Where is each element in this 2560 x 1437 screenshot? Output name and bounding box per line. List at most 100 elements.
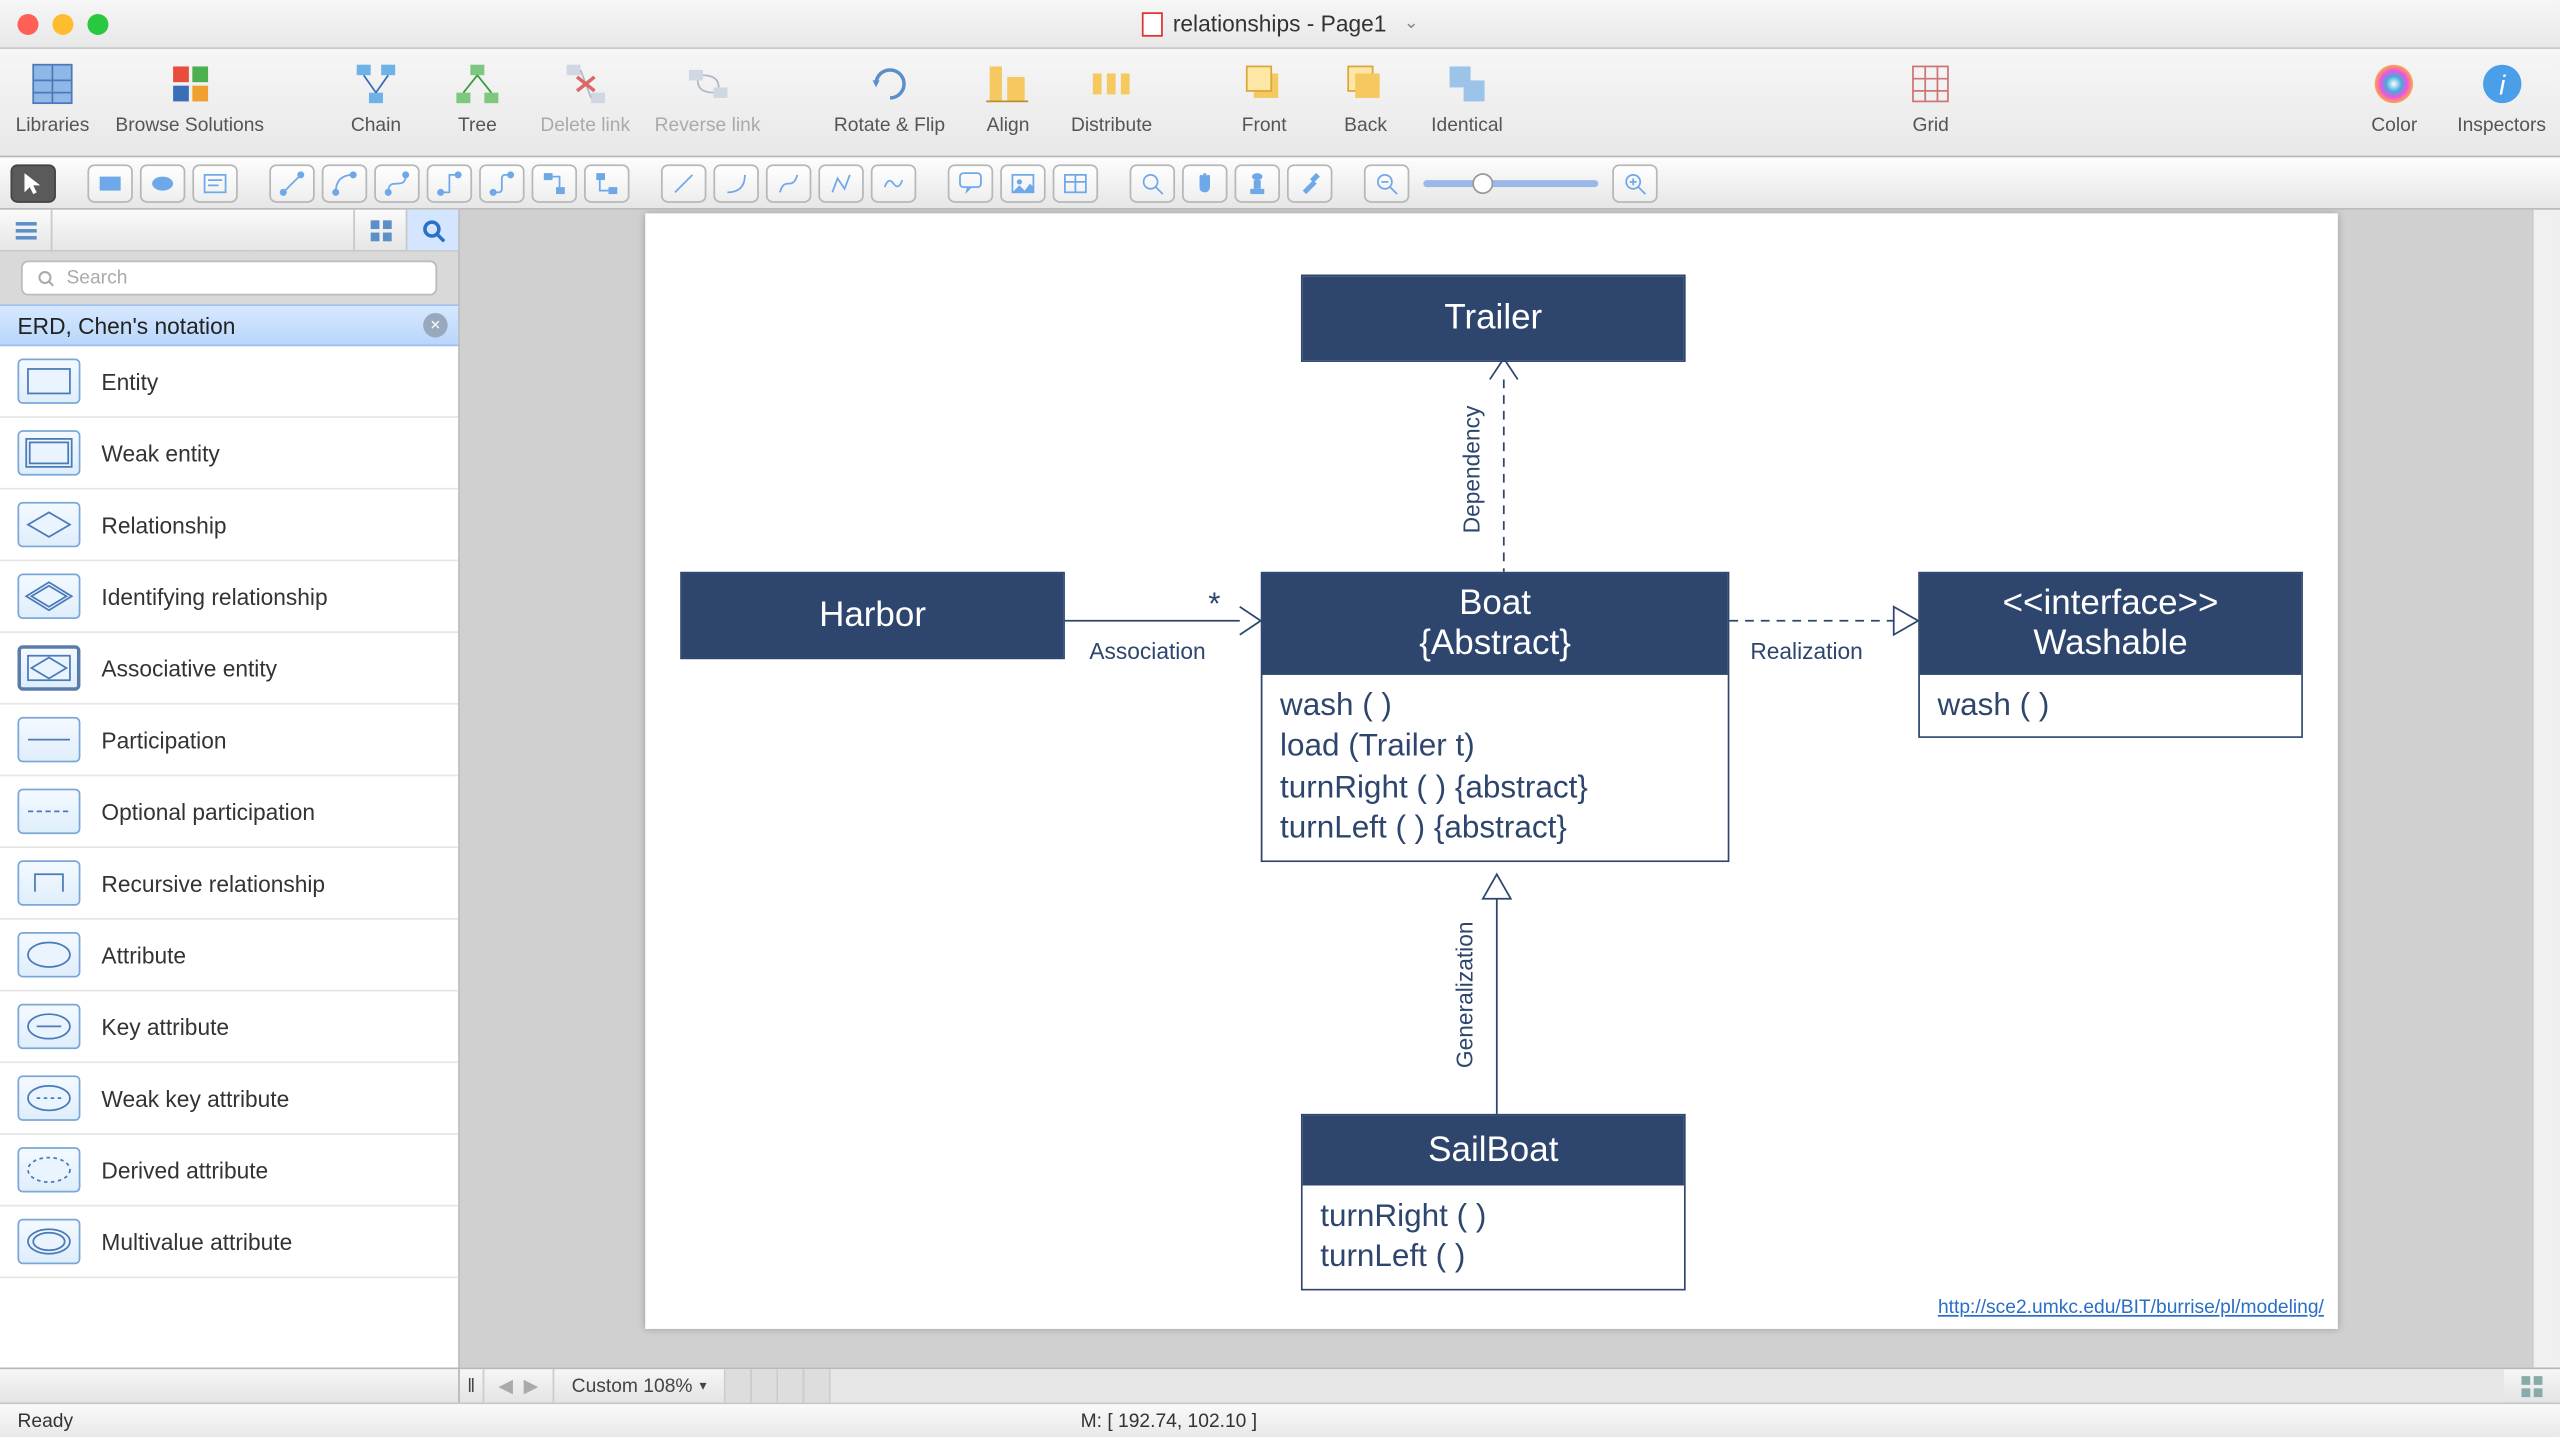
connector-link2-tool[interactable] (584, 163, 629, 201)
back-button[interactable]: Back (1327, 56, 1404, 136)
horizontal-scrollbar[interactable] (831, 1369, 2504, 1402)
shape-item-key-attribute[interactable]: Key attribute (0, 991, 458, 1063)
freehand-tool[interactable] (871, 163, 916, 201)
uml-interface-washable[interactable]: <<interface>> Washable wash ( ) (1918, 572, 2303, 739)
secondary-toolbar (0, 157, 2560, 209)
zoom-level-dropdown[interactable]: Custom 108%▾ (554, 1369, 726, 1402)
uml-generalization-arrow[interactable] (1483, 874, 1511, 1122)
shape-category-header[interactable]: ERD, Chen's notation × (0, 304, 458, 346)
diagram-canvas[interactable]: Trailer Harbor Boat {Abstract} wash ( ) (645, 213, 2338, 1329)
distribute-icon (1084, 56, 1140, 112)
shape-item-weak-entity[interactable]: Weak entity (0, 418, 458, 490)
vertical-scrollbar[interactable] (2532, 210, 2560, 1368)
search-icon (37, 268, 56, 287)
shape-item-recursive-relationship[interactable]: Recursive relationship (0, 848, 458, 920)
panel-grid-view-button[interactable] (353, 210, 405, 250)
zoom-slider[interactable] (1423, 179, 1598, 186)
svg-text:i: i (2499, 69, 2506, 100)
spline-tool[interactable] (766, 163, 811, 201)
connector-smart-tool[interactable] (427, 163, 472, 201)
poly-tool[interactable] (818, 163, 863, 201)
callout-tool[interactable] (948, 163, 993, 201)
uml-class-trailer[interactable]: Trailer (1301, 275, 1686, 362)
prev-page-button[interactable]: ◀ (498, 1374, 513, 1397)
shape-item-weak-key-attribute[interactable]: Weak key attribute (0, 1063, 458, 1135)
panel-collapse-button[interactable]: ‖ (460, 1369, 484, 1402)
view-mode-buttons[interactable] (726, 1369, 831, 1402)
front-icon (1236, 56, 1292, 112)
shape-item-optional-participation[interactable]: Optional participation (0, 776, 458, 848)
page-add-button[interactable] (2504, 1374, 2560, 1398)
chain-button[interactable]: Chain (337, 56, 414, 136)
association-multiplicity: * (1208, 586, 1220, 623)
generalization-label: Generalization (1451, 922, 1477, 1069)
delete-link-button[interactable]: Delete link (540, 56, 630, 136)
uml-class-boat[interactable]: Boat {Abstract} wash ( ) load (Trailer t… (1261, 572, 1730, 862)
shape-item-associative-entity[interactable]: Associative entity (0, 633, 458, 705)
table-tool[interactable] (1053, 163, 1098, 201)
inspectors-icon: i (2474, 56, 2530, 112)
canvas-viewport[interactable]: Trailer Harbor Boat {Abstract} wash ( ) (460, 210, 2532, 1368)
shape-item-derived-attribute[interactable]: Derived attribute (0, 1135, 458, 1207)
image-tool[interactable] (1000, 163, 1045, 201)
panel-options-button[interactable] (0, 210, 52, 250)
shape-item-participation[interactable]: Participation (0, 705, 458, 777)
reverse-link-button[interactable]: Reverse link (655, 56, 761, 136)
front-button[interactable]: Front (1226, 56, 1303, 136)
shape-item-identifying-relationship[interactable]: Identifying relationship (0, 561, 458, 633)
eyedropper-tool[interactable] (1287, 163, 1332, 201)
browse-solutions-icon (162, 56, 218, 112)
status-ready: Ready (17, 1410, 73, 1431)
line-tool[interactable] (661, 163, 706, 201)
next-page-button[interactable]: ▶ (524, 1374, 539, 1397)
color-button[interactable]: Color (2356, 56, 2433, 136)
align-button[interactable]: Align (970, 56, 1047, 136)
connector-direct-tool[interactable] (269, 163, 314, 201)
uml-class-harbor[interactable]: Harbor (680, 572, 1065, 659)
inspectors-button[interactable]: i Inspectors (2457, 56, 2546, 136)
shape-item-entity[interactable]: Entity (0, 346, 458, 418)
stamp-tool[interactable] (1235, 163, 1280, 201)
shapes-panel: Search ERD, Chen's notation × Entity Wea… (0, 210, 460, 1368)
identical-icon (1439, 56, 1495, 112)
browse-solutions-button[interactable]: Browse Solutions (115, 56, 264, 136)
pointer-tool[interactable] (10, 163, 55, 201)
zoom-out-button[interactable] (1364, 163, 1409, 201)
hand-tool[interactable] (1182, 163, 1227, 201)
connector-bezier-tool[interactable] (374, 163, 419, 201)
ellipse-tool[interactable] (140, 163, 185, 201)
text-tool[interactable] (192, 163, 237, 201)
document-icon (1141, 11, 1162, 35)
realization-label: Realization (1750, 638, 1862, 664)
grid-button[interactable]: Grid (1892, 56, 1969, 136)
rotate-flip-button[interactable]: Rotate & Flip (834, 56, 945, 136)
title-dropdown-icon[interactable]: ⌄ (1404, 14, 1419, 33)
uml-dependency-arrow[interactable] (1490, 358, 1518, 580)
zoom-in-button[interactable] (1612, 163, 1657, 201)
category-close-icon[interactable]: × (423, 313, 447, 337)
align-icon (980, 56, 1036, 112)
page-nav-bar: ‖ ◀ ▶ Custom 108%▾ (0, 1367, 2560, 1402)
libraries-icon (24, 56, 80, 112)
shape-item-attribute[interactable]: Attribute (0, 920, 458, 992)
shape-item-multivalue-attribute[interactable]: Multivalue attribute (0, 1207, 458, 1279)
identical-button[interactable]: Identical (1429, 56, 1506, 136)
connector-round-tool[interactable] (479, 163, 524, 201)
source-url-link[interactable]: http://sce2.umkc.edu/BIT/burrise/pl/mode… (1938, 1297, 2324, 1318)
arc-tool[interactable] (713, 163, 758, 201)
connector-link1-tool[interactable] (532, 163, 577, 201)
shape-list: Entity Weak entity Relationship Identify… (0, 346, 458, 1367)
rectangle-tool[interactable] (87, 163, 132, 201)
distribute-button[interactable]: Distribute (1071, 56, 1152, 136)
uml-class-sailboat[interactable]: SailBoat turnRight ( ) turnLeft ( ) (1301, 1114, 1686, 1290)
zoom-tool[interactable] (1130, 163, 1175, 201)
tree-button[interactable]: Tree (439, 56, 516, 136)
chain-icon (348, 56, 404, 112)
panel-search-button[interactable] (406, 210, 458, 250)
shapes-search-input[interactable]: Search (21, 261, 437, 296)
shape-item-relationship[interactable]: Relationship (0, 490, 458, 562)
status-mouse-coords: M: [ 192.74, 102.10 ] (1081, 1410, 1257, 1431)
grid-icon (1903, 56, 1959, 112)
libraries-button[interactable]: Libraries (14, 56, 91, 136)
connector-arc-tool[interactable] (322, 163, 367, 201)
